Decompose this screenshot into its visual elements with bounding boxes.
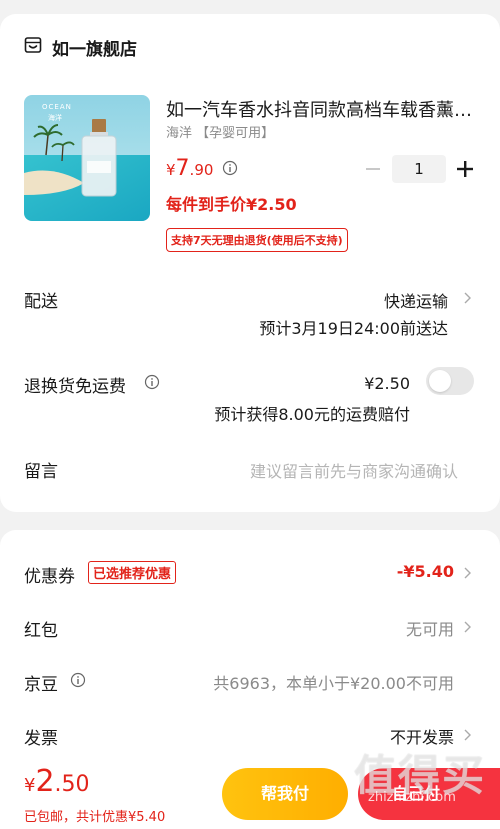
coupon-tag: 已选推荐优惠 (88, 561, 177, 584)
info-icon[interactable] (222, 160, 238, 176)
jingdou-value: 共6963，本单小于¥20.00不可用 (213, 674, 454, 693)
red-packet-label: 红包 (24, 621, 58, 641)
delivery-eta: 预计3月19日24:00前送达 (259, 319, 448, 338)
coupon-label: 优惠券 (24, 567, 75, 587)
invoice-value[interactable]: 不开发票 (390, 724, 454, 748)
unit-price: 每件到手价¥2.50 (166, 195, 297, 214)
return-shipping-price: ¥2.50 (364, 374, 410, 393)
product-spec: 海洋 【孕婴可用】 (166, 126, 275, 141)
product-thumbnail[interactable]: OCEAN 海洋 (24, 95, 150, 221)
product-price: ¥7.90 (166, 156, 214, 181)
info-icon[interactable] (144, 374, 160, 390)
chevron-right-icon[interactable] (462, 728, 472, 742)
delivery-label: 配送 (24, 292, 58, 312)
toggle-knob (429, 370, 451, 392)
product-title[interactable]: 如一汽车香水抖音同款高档车载香薰… (166, 96, 476, 122)
quantity-decrease-button[interactable] (366, 168, 380, 170)
store-name[interactable]: 如一旗舰店 (52, 35, 137, 60)
invoice-label: 发票 (24, 729, 58, 749)
return-shipping-note: 预计获得8.00元的运费赔付 (214, 405, 410, 424)
chevron-right-icon[interactable] (462, 291, 472, 305)
jingdou-label: 京豆 (24, 675, 58, 695)
chevron-right-icon[interactable] (462, 620, 472, 634)
return-policy-badge: 支持7天无理由退货(使用后不支持) (166, 228, 348, 252)
chevron-right-icon[interactable] (462, 566, 472, 580)
info-icon[interactable] (70, 672, 86, 688)
quantity-increase-button[interactable] (456, 160, 474, 178)
message-label: 留言 (24, 462, 58, 482)
thumbnail-subtitle: 海洋 (48, 114, 62, 122)
order-card (0, 14, 500, 512)
message-input[interactable]: 建议留言前先与商家沟通确认 (250, 458, 458, 482)
coupon-value[interactable]: -¥5.40 (397, 562, 454, 581)
thumbnail-brand: OCEAN (42, 103, 72, 111)
delivery-method[interactable]: 快递运输 (384, 288, 448, 312)
total-price: ¥2.50 (24, 764, 90, 799)
quantity-input[interactable]: 1 (392, 155, 446, 183)
help-pay-button[interactable]: 帮我付 (222, 768, 348, 820)
pay-button[interactable]: 自己付 (358, 768, 500, 820)
return-shipping-label: 退换货免运费 (24, 377, 126, 397)
total-discount-note: 已包邮，共计优惠¥5.40 (24, 810, 166, 825)
return-shipping-toggle[interactable] (426, 367, 474, 395)
red-packet-value[interactable]: 无可用 (406, 616, 454, 640)
store-icon (24, 37, 42, 53)
